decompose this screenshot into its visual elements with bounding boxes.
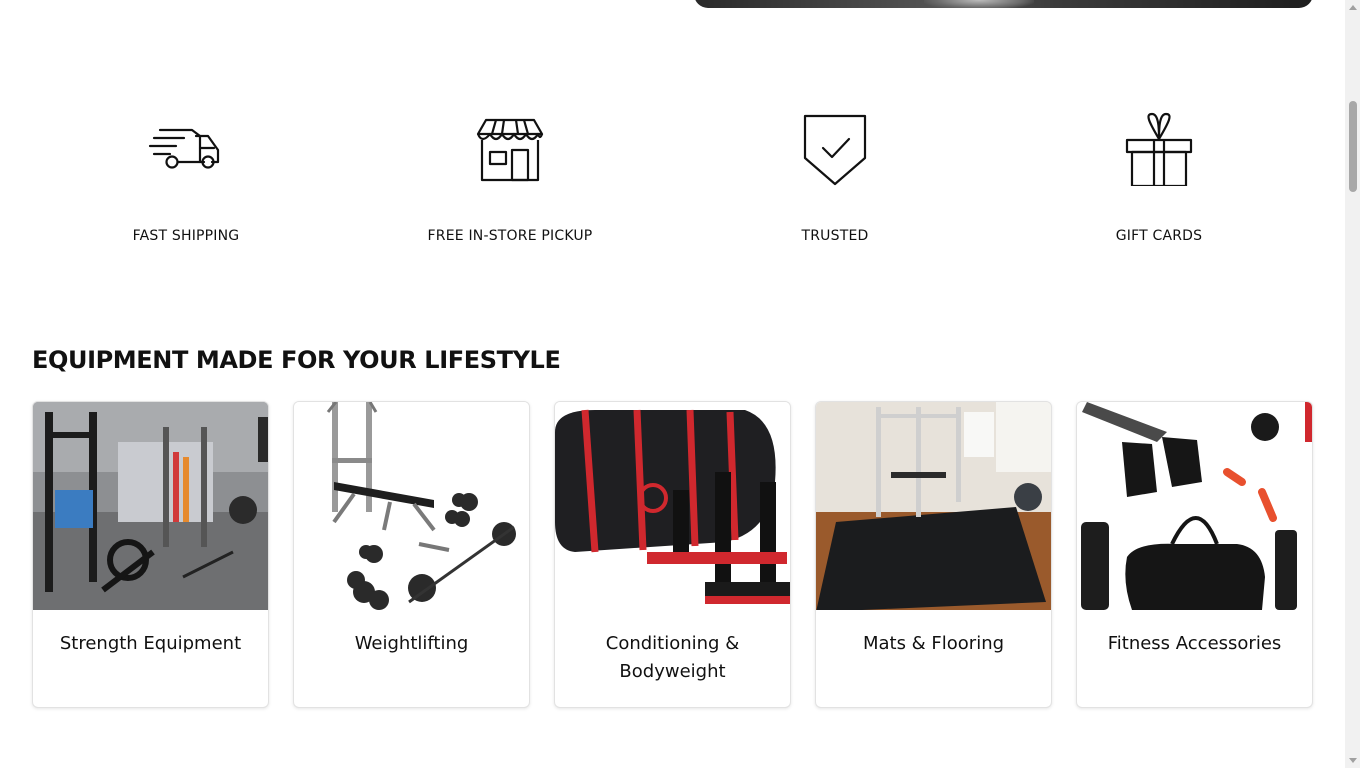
feature-fast-shipping: FAST SHIPPING [26, 100, 346, 250]
feature-label: GIFT CARDS [1115, 228, 1203, 244]
hero-image-bottom [694, 0, 1313, 8]
category-title: Strength Equipment [59, 633, 242, 654]
scrollbar-thumb[interactable] [1349, 101, 1357, 192]
feature-gift-cards: GIFT CARDS [999, 100, 1319, 250]
shield-check-icon [803, 114, 867, 186]
category-title: Weightlifting [354, 633, 469, 654]
feature-label: FREE IN-STORE PICKUP [427, 228, 593, 244]
category-title: Mats & Flooring [862, 633, 1005, 654]
category-title: Conditioning & Bodyweight [605, 633, 740, 682]
scroll-down-arrow-icon[interactable] [1349, 758, 1357, 763]
category-image [294, 402, 529, 610]
category-image [33, 402, 268, 610]
category-card-strength-equipment[interactable]: Strength Equipment [32, 401, 269, 708]
category-image [555, 402, 790, 610]
feature-trusted: TRUSTED [675, 100, 995, 250]
feature-in-store-pickup: FREE IN-STORE PICKUP [350, 100, 670, 250]
category-card-conditioning-bodyweight[interactable]: Conditioning & Bodyweight [554, 401, 791, 708]
category-title: Fitness Accessories [1107, 633, 1282, 654]
category-image [816, 402, 1051, 610]
feature-label: TRUSTED [801, 228, 869, 244]
feature-label: FAST SHIPPING [132, 228, 240, 244]
delivery-truck-icon [148, 128, 220, 169]
category-image [1077, 402, 1312, 610]
scroll-up-arrow-icon[interactable] [1349, 5, 1357, 10]
storefront-icon [476, 118, 544, 182]
category-grid: Strength Equipment Weightlifting Conditi… [32, 401, 1314, 708]
gift-box-icon [1125, 112, 1193, 186]
category-card-fitness-accessories[interactable]: Fitness Accessories [1076, 401, 1313, 708]
feature-row: FAST SHIPPING FREE IN-STORE PICKUP TRUST… [0, 100, 1345, 260]
section-title: EQUIPMENT MADE FOR YOUR LIFESTYLE [32, 346, 561, 374]
category-card-mats-flooring[interactable]: Mats & Flooring [815, 401, 1052, 708]
category-card-weightlifting[interactable]: Weightlifting [293, 401, 530, 708]
page-scrollbar[interactable] [1345, 0, 1360, 768]
